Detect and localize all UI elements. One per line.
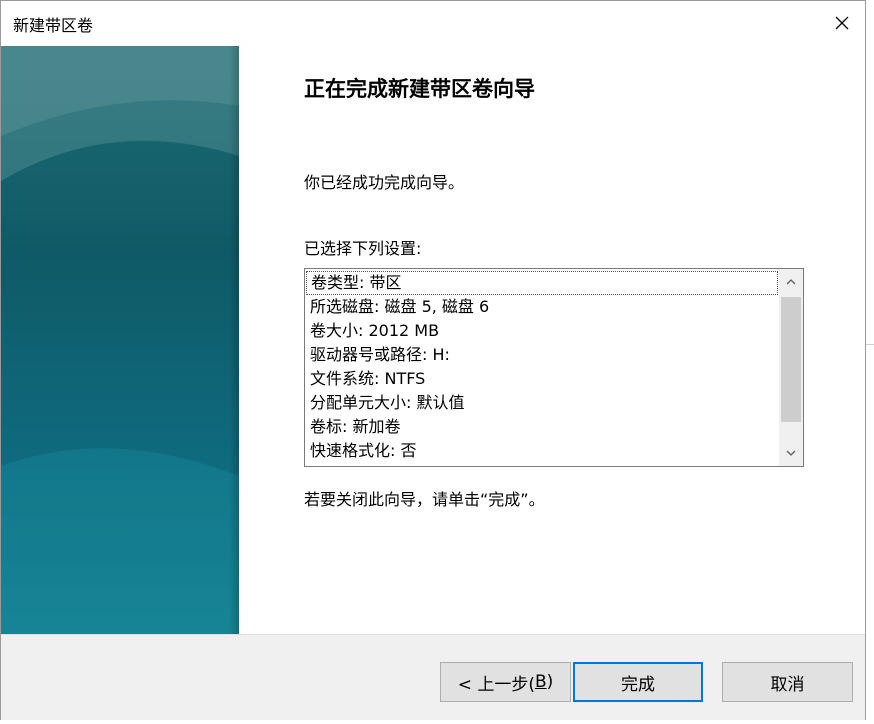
window-title: 新建带区卷 [13,16,94,35]
list-item[interactable]: 驱动器号或路径: H: [306,343,778,367]
back-label-prefix: < 上一步( [457,674,535,695]
wizard-heading: 正在完成新建带区卷向导 [304,77,535,101]
scroll-thumb[interactable] [781,297,801,422]
list-item[interactable]: 卷标: 新加卷 [306,415,778,439]
list-item[interactable]: 文件系统: NTFS [306,367,778,391]
wizard-window: 新建带区卷 正在完成新建带区卷向导 你已经成功完成向导。 已选择下列设置: 卷类… [0,0,866,720]
finish-button[interactable]: 完成 [573,662,703,702]
list-item[interactable]: 卷大小: 2012 MB [306,319,778,343]
close-hint-text: 若要关闭此向导，请单击“完成”。 [304,490,545,509]
close-button[interactable] [819,1,865,45]
list-item[interactable]: 快速格式化: 否 [306,439,778,463]
close-icon [835,16,849,30]
vertical-scrollbar[interactable] [779,269,803,466]
list-item[interactable]: 分配单元大小: 默认值 [306,391,778,415]
banner-edge-shade [229,46,239,634]
chevron-up-icon [786,279,796,285]
chevron-down-icon [786,450,796,456]
cancel-button[interactable]: 取消 [722,662,853,702]
wizard-banner-image [1,46,239,634]
back-accelerator-key: B [534,672,547,692]
button-bar: < 上一步(B) 完成 取消 [1,634,865,720]
title-bar: 新建带区卷 [1,1,865,45]
back-button[interactable]: < 上一步(B) [440,662,571,702]
success-text: 你已经成功完成向导。 [304,173,465,192]
list-item[interactable]: 卷类型: 带区 [306,271,778,295]
scroll-up-button[interactable] [779,271,803,293]
settings-listbox[interactable]: 卷类型: 带区 所选磁盘: 磁盘 5, 磁盘 6 卷大小: 2012 MB 驱动… [304,268,804,467]
banner-wave-graphic [1,46,239,634]
background-window-edge [866,0,874,724]
background-window-divider [866,344,874,345]
list-item[interactable]: 所选磁盘: 磁盘 5, 磁盘 6 [306,295,778,319]
scroll-down-button[interactable] [779,442,803,464]
settings-list: 卷类型: 带区 所选磁盘: 磁盘 5, 磁盘 6 卷大小: 2012 MB 驱动… [306,271,778,463]
back-label-suffix: ) [546,672,554,692]
settings-label: 已选择下列设置: [304,239,422,258]
